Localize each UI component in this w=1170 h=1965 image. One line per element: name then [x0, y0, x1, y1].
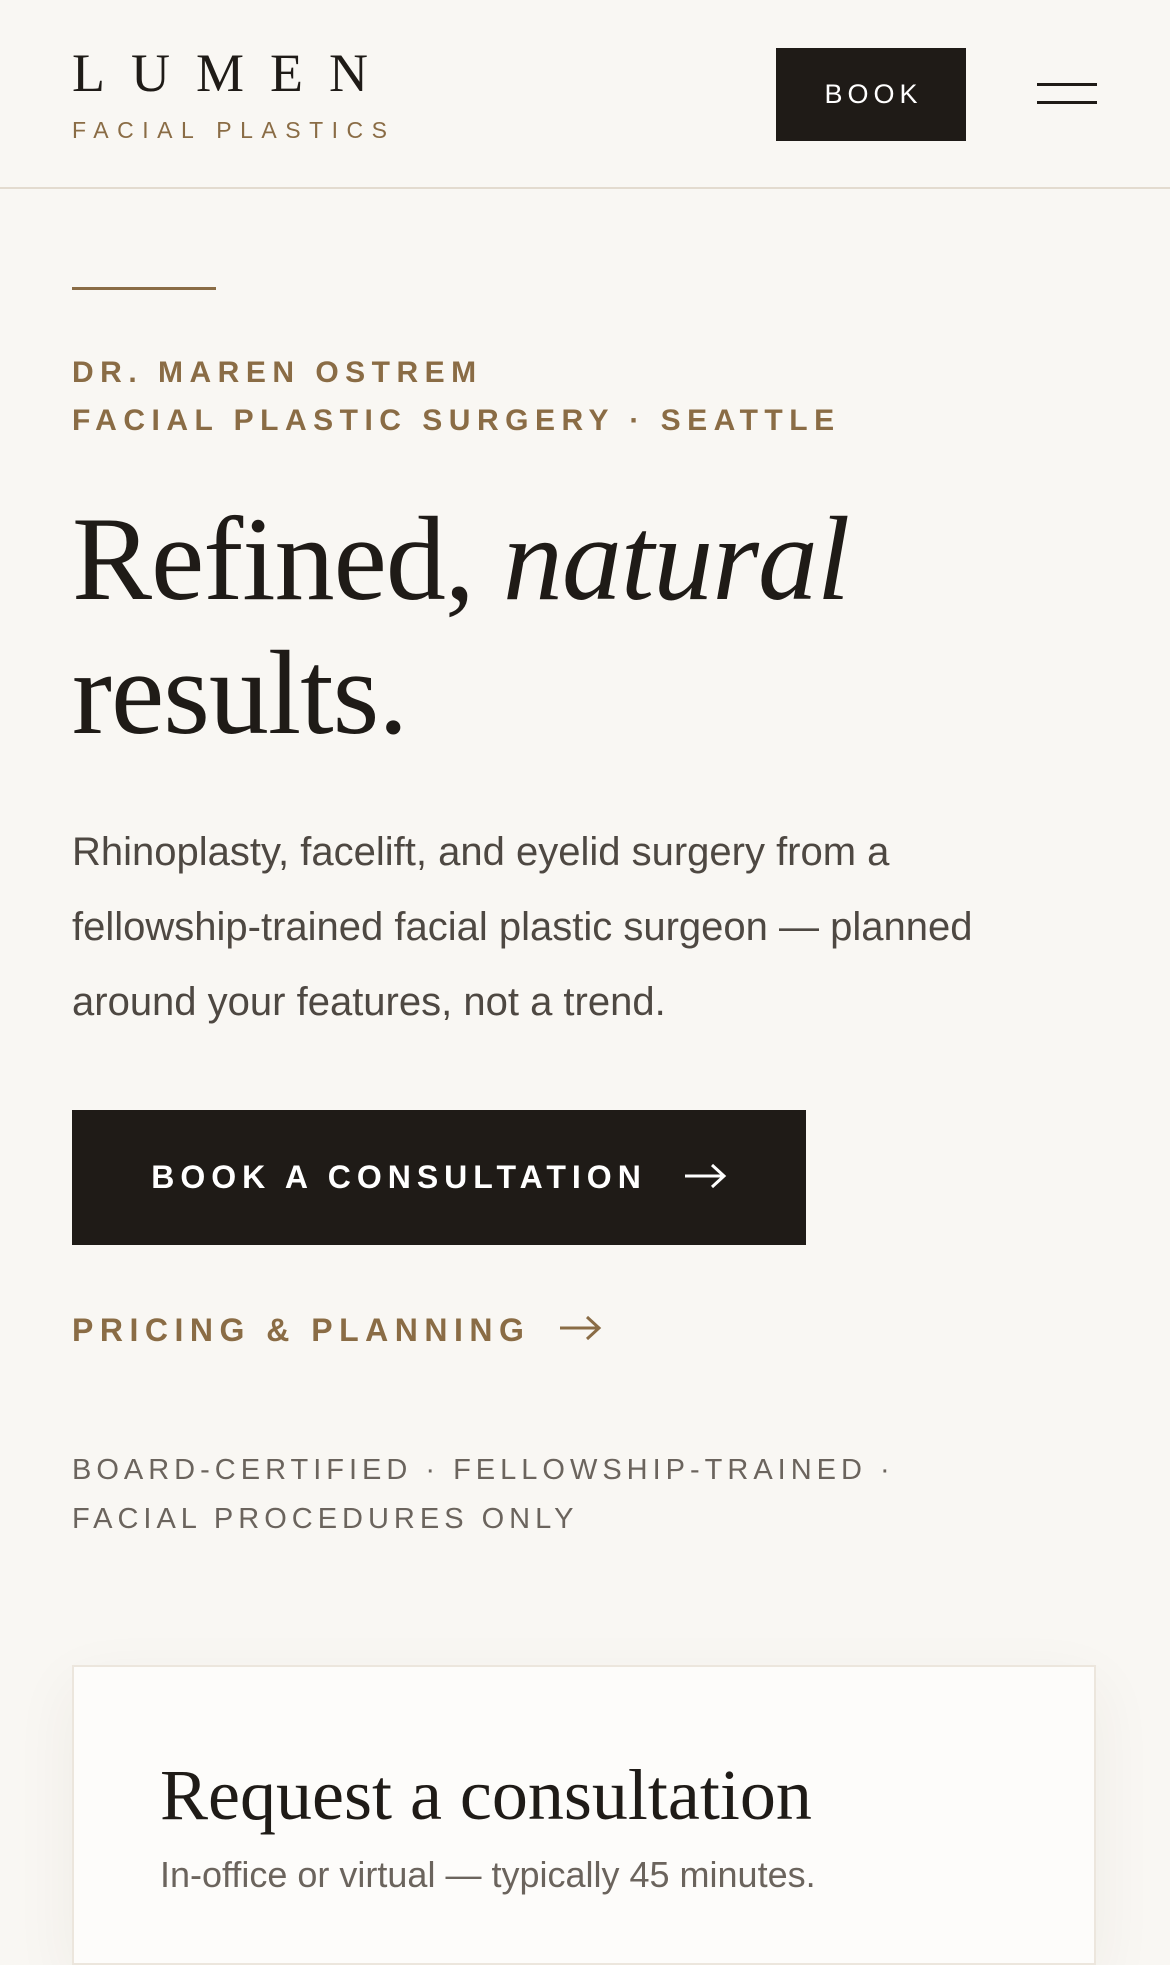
book-consultation-button[interactable]: BOOK A CONSULTATION — [72, 1110, 806, 1245]
hamburger-menu-icon[interactable] — [1037, 80, 1097, 106]
hero-description: Rhinoplasty, facelift, and eyelid surger… — [72, 830, 973, 1024]
consultation-request-card: Request a consultation In-office or virt… — [72, 1665, 1096, 1965]
consultation-card-subtitle: In-office or virtual — typically 45 minu… — [160, 1854, 816, 1895]
arrow-right-icon — [558, 1315, 602, 1346]
practice-specialty-location: FACIAL PLASTIC SURGERY · SEATTLE — [72, 404, 841, 437]
headline-italic: natural — [502, 492, 850, 625]
arrow-right-icon — [683, 1163, 727, 1192]
credentials-line-2: FACIAL PROCEDURES ONLY — [72, 1503, 579, 1535]
logo-wordmark: LUMEN — [72, 43, 394, 103]
book-consultation-label: BOOK A CONSULTATION — [151, 1159, 647, 1195]
accent-rule — [72, 287, 216, 290]
site-header: LUMEN FACIAL PLASTICS BOOK — [0, 0, 1170, 189]
logo-tagline: FACIAL PLASTICS — [72, 117, 396, 143]
headline-part-1: Refined, — [72, 492, 503, 625]
pricing-planning-link[interactable]: PRICING & PLANNING — [72, 1308, 602, 1352]
credentials-line-1: BOARD-CERTIFIED · FELLOWSHIP-TRAINED · — [72, 1454, 895, 1486]
consultation-card-title: Request a consultation — [160, 1755, 812, 1835]
menu-bar-bottom — [1037, 101, 1097, 104]
pricing-planning-label: PRICING & PLANNING — [72, 1311, 531, 1348]
headline-part-2: results. — [72, 626, 408, 759]
surgeon-name: DR. MAREN OSTREM — [72, 356, 483, 389]
menu-bar-top — [1037, 83, 1097, 86]
hero-headline: Refined, natural results. — [72, 492, 850, 760]
book-button[interactable]: BOOK — [776, 48, 966, 141]
